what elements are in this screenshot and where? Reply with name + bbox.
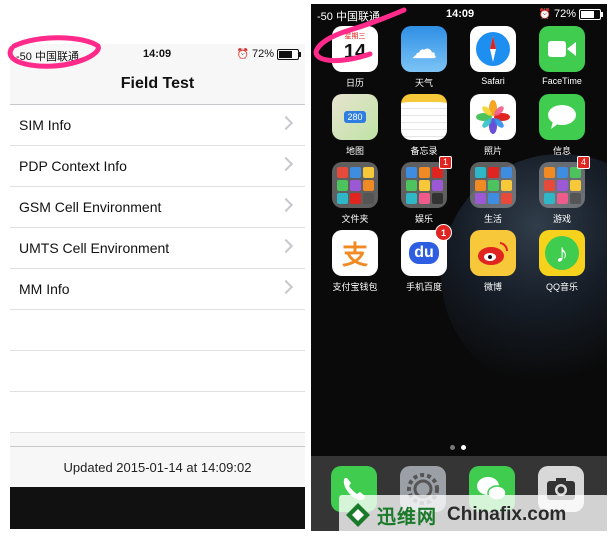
- app-label: Safari: [481, 76, 505, 86]
- alarm-icon: ⏰: [236, 48, 249, 60]
- battery-icon: [579, 8, 603, 20]
- watermark-cn: 迅维网: [377, 506, 438, 528]
- app-weather[interactable]: ☁ 天气: [397, 26, 451, 89]
- notes-icon: [401, 94, 447, 140]
- app-qqmusic[interactable]: ♪ QQ音乐: [535, 230, 589, 293]
- app-baidu[interactable]: du 1 手机百度: [397, 224, 452, 293]
- app-photos[interactable]: 照片: [466, 94, 520, 157]
- chevron-right-icon: [278, 115, 294, 131]
- app-notes[interactable]: 备忘录: [397, 94, 451, 157]
- app-messages[interactable]: 信息: [535, 94, 589, 157]
- row-mm-info[interactable]: MM Info: [10, 269, 305, 310]
- page-title: Field Test: [120, 75, 195, 92]
- safari-icon: [470, 26, 516, 72]
- app-label: 日历: [345, 78, 364, 88]
- row-label: GSM Cell Environment: [19, 199, 162, 215]
- facetime-icon: [539, 26, 585, 72]
- status-time: 14:09: [446, 8, 475, 20]
- folder-icon: [332, 162, 378, 208]
- alarm-icon: ⏰: [538, 8, 551, 20]
- chevron-right-icon: [278, 279, 294, 295]
- field-test-list: SIM Info PDP Context Info GSM Cell Envir…: [10, 105, 305, 433]
- messages-icon: [539, 94, 585, 140]
- battery-percent: 72%: [251, 48, 274, 60]
- row-pdp-context-info[interactable]: PDP Context Info: [10, 146, 305, 187]
- watermark-en: Chinafix.com: [447, 504, 567, 525]
- navigation-bar: Field Test: [10, 64, 305, 105]
- baidu-icon: du 1: [401, 224, 452, 276]
- calendar-icon: 星期三 14: [332, 26, 378, 72]
- carrier-signal: -50 中国联通: [317, 11, 380, 23]
- page-dot: [450, 445, 455, 450]
- folder-icon: [470, 162, 516, 208]
- app-label: 手机百度: [405, 282, 442, 292]
- notification-badge: 1: [439, 156, 452, 169]
- folder-life[interactable]: 生活: [466, 162, 520, 225]
- app-label: 游戏: [552, 214, 571, 224]
- chevron-right-icon: [278, 238, 294, 254]
- row-gsm-cell-environment[interactable]: GSM Cell Environment: [10, 187, 305, 228]
- row-umts-cell-environment[interactable]: UMTS Cell Environment: [10, 228, 305, 269]
- chevron-right-icon: [278, 156, 294, 172]
- weibo-icon: [470, 230, 516, 276]
- status-bar: -50 中国联通 14:09 ⏰ 72%: [10, 44, 305, 64]
- row-label: MM Info: [19, 281, 70, 297]
- empty-row: [10, 310, 305, 351]
- notification-badge: 4: [577, 156, 590, 169]
- photos-icon: [470, 94, 516, 140]
- updated-timestamp: Updated 2015-01-14 at 14:09:02: [10, 446, 305, 487]
- app-facetime[interactable]: FaceTime: [535, 26, 589, 86]
- bottom-bezel: [10, 487, 305, 529]
- app-label: QQ音乐: [545, 282, 578, 292]
- folder-icon: 4: [539, 156, 590, 208]
- weather-icon: ☁: [401, 26, 447, 72]
- folder-icon: 1: [401, 156, 452, 208]
- carrier-signal: -50 中国联通: [16, 51, 79, 63]
- page-dot-active: [461, 445, 466, 450]
- status-time: 14:09: [143, 48, 172, 60]
- chevron-right-icon: [278, 197, 294, 213]
- home-screen: -50 中国联通 14:09 ⏰ 72% 星期三 14 日历 ☁ 天气 Safa…: [311, 4, 607, 531]
- alipay-icon: 支: [332, 230, 378, 276]
- app-label: 支付宝钱包: [332, 282, 378, 292]
- notification-badge: 1: [435, 224, 452, 241]
- app-label: 生活: [483, 214, 502, 224]
- app-safari[interactable]: Safari: [466, 26, 520, 86]
- app-label: 微博: [483, 282, 502, 292]
- page-indicator[interactable]: [450, 445, 466, 450]
- app-weibo[interactable]: 微博: [466, 230, 520, 293]
- row-sim-info[interactable]: SIM Info: [10, 105, 305, 146]
- app-calendar[interactable]: 星期三 14 日历: [328, 26, 382, 89]
- status-right: ⏰ 72%: [236, 48, 301, 60]
- app-label: 天气: [414, 78, 433, 88]
- app-label: 文件夹: [341, 214, 369, 224]
- folder-games[interactable]: 4 游戏: [535, 156, 590, 225]
- watermark: 迅维网 Chinafix.com: [339, 495, 609, 535]
- app-label: 地图: [345, 146, 364, 156]
- field-test-screen: -50 中国联通 14:09 ⏰ 72% Field Test SIM Info…: [10, 44, 305, 529]
- qqmusic-icon: ♪: [539, 230, 585, 276]
- app-alipay[interactable]: 支 支付宝钱包: [328, 230, 382, 293]
- status-right: ⏰ 72%: [538, 8, 603, 20]
- row-label: PDP Context Info: [19, 158, 127, 174]
- app-label: 照片: [483, 146, 502, 156]
- chinafix-logo-icon: [346, 503, 370, 527]
- empty-row: [10, 351, 305, 392]
- battery-icon: [277, 48, 301, 60]
- app-maps[interactable]: 280 地图: [328, 94, 382, 157]
- row-label: UMTS Cell Environment: [19, 240, 170, 256]
- folder-files[interactable]: 文件夹: [328, 162, 382, 225]
- status-bar: -50 中国联通 14:09 ⏰ 72%: [311, 4, 607, 24]
- maps-icon: 280: [332, 94, 378, 140]
- battery-percent: 72%: [553, 8, 576, 20]
- folder-entertainment[interactable]: 1 娱乐: [397, 156, 452, 225]
- app-label: FaceTime: [542, 76, 582, 86]
- row-label: SIM Info: [19, 117, 72, 133]
- empty-row: [10, 392, 305, 433]
